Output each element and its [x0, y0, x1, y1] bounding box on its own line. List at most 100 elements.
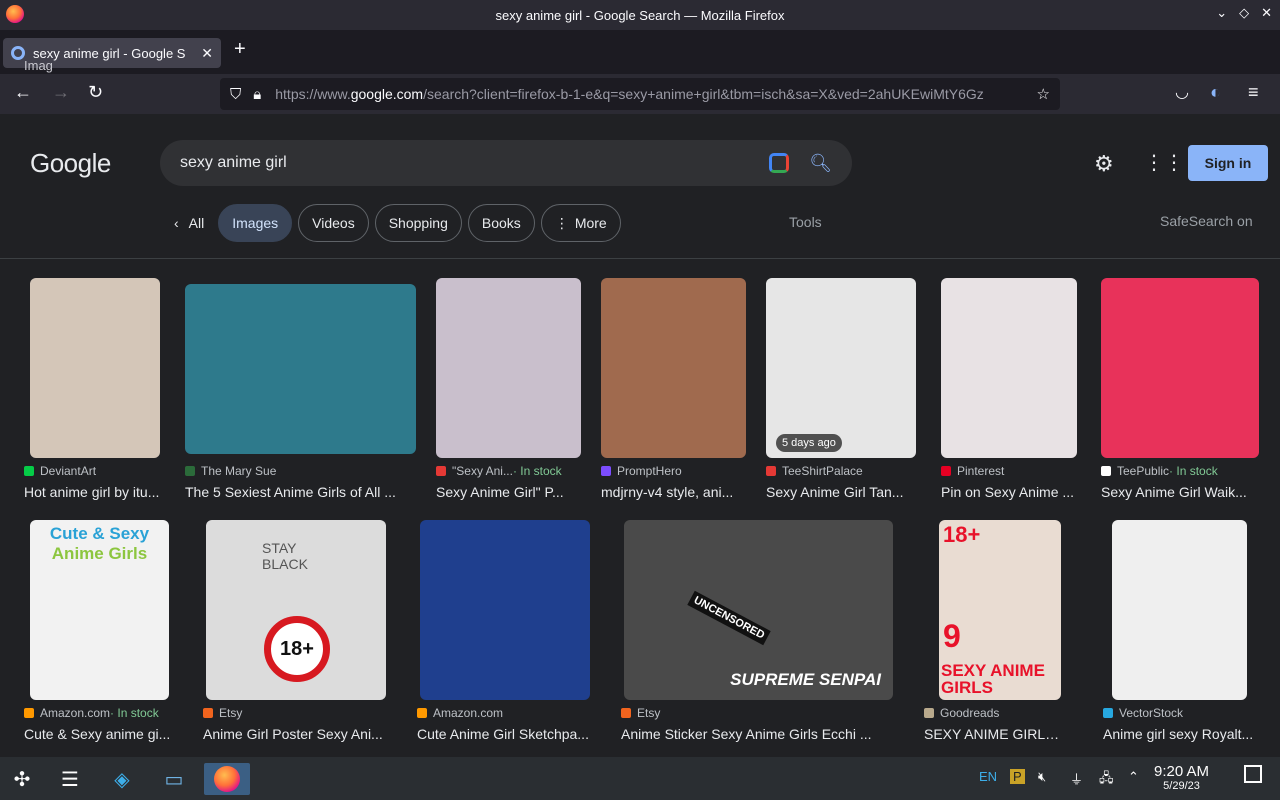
network-icon[interactable]: 🖧︎	[1099, 769, 1114, 791]
image-result[interactable]: VectorStock Anime girl sexy Royalt...	[1103, 520, 1258, 750]
url-text[interactable]: https://www.google.com/search?client=fir…	[275, 86, 1030, 102]
image-result[interactable]: TeePublic · In stock Sexy Anime Girl Waik…	[1101, 278, 1259, 508]
result-title[interactable]: Sexy Anime Girl" P...	[436, 484, 581, 500]
image-result[interactable]: Pinterest Pin on Sexy Anime ...	[941, 278, 1077, 508]
maximize-icon[interactable]: ◇	[1239, 5, 1249, 21]
result-title[interactable]: SEXY ANIME GIRLS ...	[924, 726, 1064, 742]
result-thumbnail[interactable]	[185, 284, 416, 454]
app-launcher-icon[interactable]: ✣	[2, 763, 42, 795]
result-title[interactable]: The 5 Sexiest Anime Girls of All ...	[185, 484, 416, 500]
result-source[interactable]: Pinterest	[941, 464, 1077, 478]
clock[interactable]: 9:20 AM 5/29/23	[1154, 763, 1209, 792]
source-name: The Mary Sue	[201, 464, 277, 478]
result-title[interactable]: Anime Sticker Sexy Anime Girls Ecchi ...	[621, 726, 893, 742]
result-title[interactable]: Hot anime girl by itu...	[24, 484, 169, 500]
result-thumbnail[interactable]: UNCENSORED SUPREME SENPAI	[624, 520, 893, 700]
system-settings-icon[interactable]: ☰	[50, 763, 90, 795]
result-source[interactable]: TeePublic · In stock	[1101, 464, 1259, 478]
safesearch-toggle[interactable]: SafeSearch on	[1160, 213, 1253, 229]
result-source[interactable]: Amazon.com · In stock	[24, 706, 174, 720]
google-logo[interactable]: Google	[30, 148, 111, 179]
sign-in-button[interactable]: Sign in	[1188, 145, 1268, 181]
result-thumbnail[interactable]: 5 days ago	[766, 278, 916, 458]
bookmark-star-icon[interactable]: ☆	[1037, 85, 1050, 103]
discover-store-icon[interactable]: ◈	[102, 763, 142, 795]
reload-icon[interactable]: ↻	[88, 82, 103, 103]
menu-icon[interactable]: ≡	[1248, 82, 1259, 103]
tab-videos[interactable]: Videos	[298, 204, 369, 242]
image-result[interactable]: DeviantArt Hot anime girl by itu...	[24, 278, 169, 508]
shield-icon[interactable]: ⛉	[230, 86, 241, 103]
image-result[interactable]: Cute & Sexy Anime Girls Amazon.com · In st…	[24, 520, 174, 750]
file-manager-icon[interactable]: ▭	[154, 763, 194, 795]
result-source[interactable]: The Mary Sue	[185, 464, 416, 478]
result-title[interactable]: Cute & Sexy anime gi...	[24, 726, 174, 742]
book-number-text: 9	[943, 618, 961, 654]
result-title[interactable]: Pin on Sexy Anime ...	[941, 484, 1077, 500]
result-thumbnail[interactable]	[1112, 520, 1247, 700]
result-thumbnail[interactable]	[1101, 278, 1259, 458]
google-lens-icon[interactable]	[769, 153, 790, 173]
source-favicon-icon	[1103, 708, 1113, 718]
result-source[interactable]: VectorStock	[1103, 706, 1258, 720]
result-title[interactable]: Sexy Anime Girl Tan...	[766, 484, 916, 500]
show-desktop-icon[interactable]	[1244, 765, 1262, 783]
result-thumbnail[interactable]: Cute & Sexy Anime Girls	[30, 520, 169, 700]
tab-shopping[interactable]: Shopping	[374, 204, 462, 242]
pocket-icon[interactable]: ◡	[1175, 82, 1189, 102]
result-thumbnail[interactable]: STAY BLACK 18+	[206, 520, 386, 700]
image-result[interactable]: "Sexy Ani... · In stock Sexy Anime Girl" …	[436, 278, 581, 508]
result-title[interactable]: Anime Girl Poster Sexy Ani...	[203, 726, 386, 742]
result-source[interactable]: PromptHero	[601, 464, 746, 478]
search-input[interactable]: sexy anime girl	[180, 154, 769, 172]
image-result[interactable]: 5 days ago TeeShirtPalace Sexy Anime Girl …	[766, 278, 916, 508]
search-box[interactable]: sexy anime girl 🔍︎	[160, 140, 852, 186]
search-icon[interactable]: 🔍︎	[809, 153, 832, 174]
forward-icon[interactable]: →	[52, 82, 70, 103]
image-result[interactable]: STAY BLACK 18+ Etsy Anime Girl Poster Sexy …	[203, 520, 386, 750]
result-title[interactable]: mdjrny-v4 style, ani...	[601, 484, 746, 500]
tab-close-icon[interactable]: ✕	[201, 45, 213, 62]
lock-icon[interactable]: 🔒︎	[253, 86, 261, 103]
result-thumbnail[interactable]	[30, 278, 160, 458]
result-source[interactable]: "Sexy Ani... · In stock	[436, 464, 581, 478]
volume-muted-icon[interactable]: 🔇︎	[1038, 769, 1046, 785]
new-tab-icon[interactable]: +	[234, 38, 246, 61]
result-thumbnail[interactable]	[941, 278, 1077, 458]
settings-gear-icon[interactable]: ⚙	[1094, 151, 1114, 177]
keyboard-layout-indicator[interactable]: EN	[979, 769, 997, 784]
url-bar[interactable]: ⛉ 🔒︎ https://www.google.com/search?clien…	[220, 78, 1060, 110]
image-result[interactable]: UNCENSORED SUPREME SENPAI Etsy Anime Sticke…	[621, 520, 893, 750]
tab-all[interactable]: ‹ All	[174, 204, 212, 242]
result-source[interactable]: Goodreads	[924, 706, 1064, 720]
result-thumbnail[interactable]	[436, 278, 581, 458]
firefox-taskbar-icon[interactable]	[204, 763, 250, 795]
account-icon[interactable]: ◐	[1210, 82, 1221, 103]
result-title[interactable]: Anime girl sexy Royalt...	[1103, 726, 1258, 742]
image-result[interactable]: Amazon.com Cute Anime Girl Sketchpa...	[417, 520, 590, 750]
result-thumbnail[interactable]	[420, 520, 590, 700]
tools-button[interactable]: Tools	[789, 214, 822, 230]
image-result[interactable]: The Mary Sue The 5 Sexiest Anime Girls of…	[185, 278, 416, 508]
back-icon[interactable]: ←	[14, 82, 32, 103]
result-source[interactable]: DeviantArt	[24, 464, 169, 478]
result-source[interactable]: Etsy	[621, 706, 893, 720]
image-result[interactable]: PromptHero mdjrny-v4 style, ani...	[601, 278, 746, 508]
result-source[interactable]: Amazon.com	[417, 706, 590, 720]
tab-images[interactable]: Images	[218, 204, 293, 242]
result-title[interactable]: Sexy Anime Girl Waik...	[1101, 484, 1259, 500]
clipboard-tray-icon[interactable]: P	[1010, 769, 1025, 784]
result-title[interactable]: Cute Anime Girl Sketchpa...	[417, 726, 590, 742]
result-source[interactable]: TeeShirtPalace	[766, 464, 916, 478]
close-window-icon[interactable]: ✕	[1261, 5, 1272, 21]
result-source[interactable]: Etsy	[203, 706, 386, 720]
minimize-icon[interactable]: ⌄	[1216, 5, 1227, 21]
tray-expand-icon[interactable]: ⌃	[1128, 769, 1139, 785]
result-thumbnail[interactable]: 18+ 9 SEXY ANIME GIRLS	[939, 520, 1061, 700]
usb-device-icon[interactable]: ⏚	[1070, 769, 1083, 788]
tab-books[interactable]: Books	[467, 204, 535, 242]
image-result[interactable]: 18+ 9 SEXY ANIME GIRLS Goodreads SEXY ANIME …	[924, 520, 1064, 750]
tab-more[interactable]: ⋮ More	[540, 204, 621, 242]
source-name: Etsy	[637, 706, 661, 720]
result-thumbnail[interactable]	[601, 278, 746, 458]
